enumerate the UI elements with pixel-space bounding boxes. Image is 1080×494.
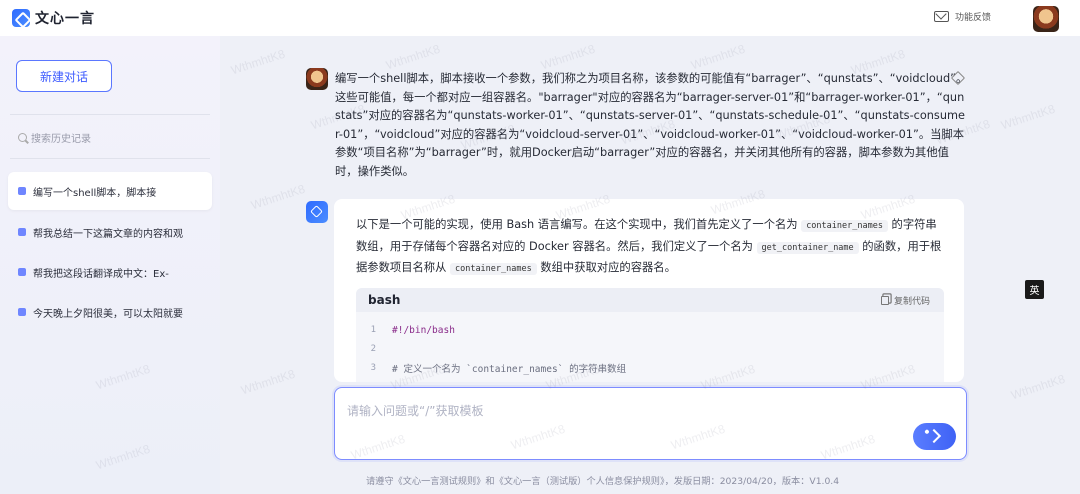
sidebar-divider <box>10 158 210 159</box>
inline-code: container_names <box>801 220 888 232</box>
history-item-label: 帮我总结一下这篇文章的内容和观 <box>33 228 183 240</box>
line-number: 1 <box>370 325 376 335</box>
history-item[interactable]: 今天晚上夕阳很美，可以太阳就要 <box>8 293 212 331</box>
inline-code: container_names <box>449 263 537 275</box>
code-text: #!/bin/bash <box>392 324 455 336</box>
history-item-label: 帮我把这段话翻译成中文：Ex- <box>33 268 169 280</box>
chat-icon <box>18 228 26 236</box>
prompt-input[interactable]: 请输入问题或“/”获取模板 <box>334 387 967 460</box>
code-block: bash 复制代码 1 #!/bin/bash 2 3 # 定义一个名为 `co… <box>356 288 944 382</box>
search-placeholder: 搜索历史记录 <box>31 134 91 145</box>
inline-code: get_container_name <box>756 241 859 254</box>
line-number: 2 <box>370 344 376 354</box>
search-icon <box>18 133 27 142</box>
code-language: bash <box>368 293 401 307</box>
send-button[interactable] <box>913 423 956 450</box>
app-title: 文心一言 <box>35 11 95 27</box>
answer-intro-1: 以下是一个可能的实现，使用 Bash 语言编写。在这个实现中，我们首先定义了一个… <box>356 218 802 231</box>
mail-icon <box>934 11 949 22</box>
translate-badge[interactable]: 英 <box>1025 280 1044 299</box>
history-item[interactable]: 帮我总结一下这篇文章的内容和观 <box>8 213 212 251</box>
code-line: 2 <box>356 340 944 358</box>
sidebar-divider <box>10 114 210 115</box>
new-chat-button[interactable]: 新建对话 <box>16 60 112 92</box>
code-line: 1 #!/bin/bash <box>356 321 944 339</box>
input-placeholder: 请输入问题或“/”获取模板 <box>347 404 484 418</box>
message-user-avatar <box>306 68 328 90</box>
copy-icon <box>880 295 889 305</box>
answer-text: 以下是一个可能的实现，使用 Bash 语言编写。在这个实现中，我们首先定义了一个… <box>356 215 946 280</box>
answer-card: 以下是一个可能的实现，使用 Bash 语言编写。在这个实现中，我们首先定义了一个… <box>334 199 964 382</box>
send-icon <box>926 428 942 444</box>
line-number: 3 <box>370 363 376 373</box>
code-line: 3 # 定义一个名为 `container_names` 的字符串数组 <box>356 359 944 377</box>
bot-avatar-icon <box>306 201 328 223</box>
feedback-label: 功能反馈 <box>955 13 992 23</box>
history-item[interactable]: 编写一个shell脚本，脚本接 <box>8 172 212 210</box>
footer-notice: 请遵守《文心一言测试规则》和《文心一言（测试版）个人信息保护规则》，发版日期：2… <box>366 476 840 487</box>
ernie-logo-icon <box>12 9 30 27</box>
copy-code-label: 复制代码 <box>893 296 930 307</box>
answer-intro-4: 数组中获取对应的容器名。 <box>536 261 676 274</box>
history-item[interactable]: 帮我把这段话翻译成中文：Ex- <box>8 253 212 291</box>
history-item-label: 编写一个shell脚本，脚本接 <box>33 187 157 199</box>
history-item-label: 今天晚上夕阳很美，可以太阳就要 <box>33 308 183 320</box>
app-logo[interactable]: 文心一言 <box>12 8 95 28</box>
chat-icon <box>18 268 26 276</box>
code-comment: # 定义一个名为 `container_names` 的字符串数组 <box>392 364 627 375</box>
user-avatar[interactable] <box>1033 6 1059 32</box>
code-header: bash 复制代码 <box>356 288 944 312</box>
user-message: 编写一个shell脚本，脚本接收一个参数，我们称之为项目名称，该参数的可能值有“… <box>335 72 968 178</box>
chat-icon <box>18 308 26 316</box>
chat-area: 编写一个shell脚本，脚本接收一个参数，我们称之为项目名称，该参数的可能值有“… <box>220 36 1080 494</box>
sidebar: 新建对话 搜索历史记录 编写一个shell脚本，脚本接 帮我总结一下这篇文章的内… <box>0 36 220 494</box>
copy-code-button[interactable]: 复制代码 <box>880 294 930 307</box>
feedback-button[interactable]: 功能反馈 <box>934 10 991 23</box>
history-search[interactable]: 搜索历史记录 <box>18 130 91 145</box>
top-bar: 文心一言 功能反馈 <box>0 0 1080 36</box>
chat-icon <box>18 187 26 195</box>
